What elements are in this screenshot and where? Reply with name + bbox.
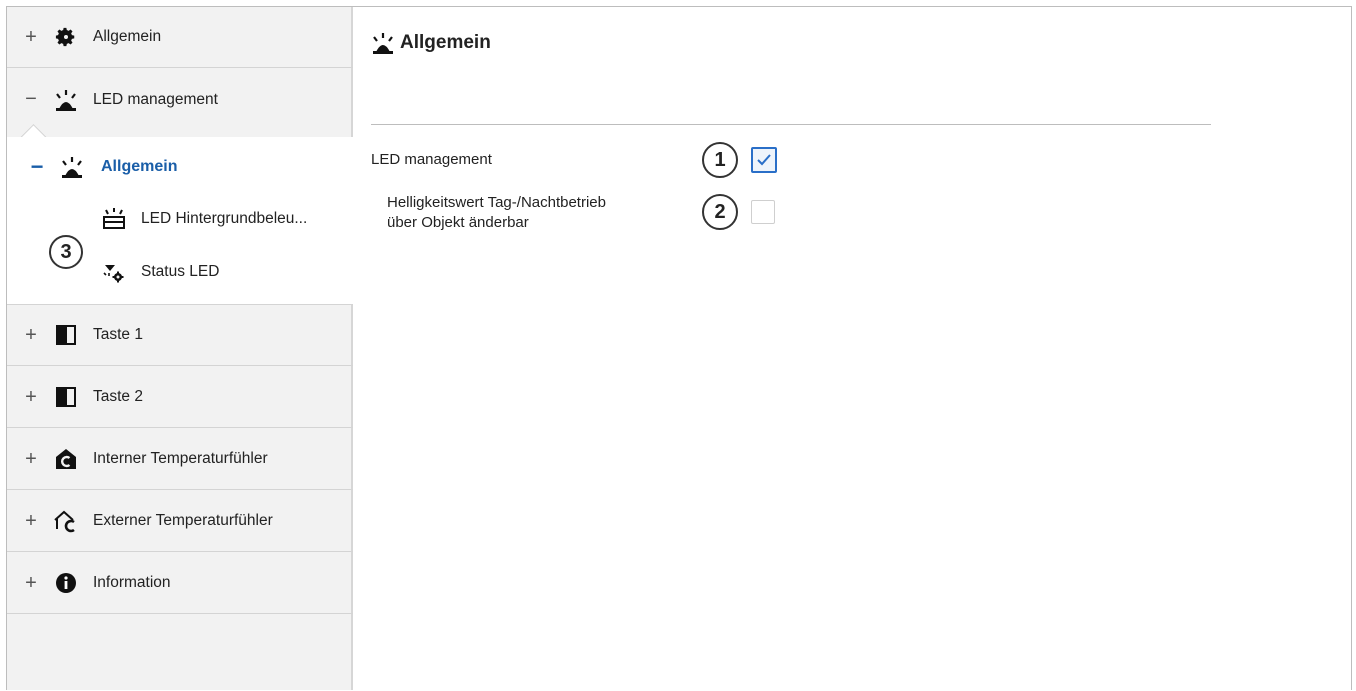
page-title-text: Allgemein	[400, 32, 491, 53]
expand-toggle[interactable]: +	[11, 386, 51, 409]
divider	[371, 124, 1211, 125]
led-light-icon	[370, 32, 396, 54]
callout-2: 2	[702, 194, 738, 230]
param-label-line-1: Helligkeitswert Tag-/Nachtbetrieb	[387, 194, 606, 211]
external-temperature-icon	[51, 508, 81, 534]
status-led-icon	[99, 260, 129, 284]
led-light-icon	[51, 87, 81, 113]
sidebar-item-label: Allgemein	[101, 158, 178, 175]
sidebar-subitem-led-hintergrund[interactable]: LED Hintergrundbeleu...	[99, 202, 353, 236]
sidebar: + Allgemein − LED management − Allgemein…	[7, 7, 353, 690]
sidebar-item-allgemein[interactable]: + Allgemein	[7, 7, 353, 68]
sidebar-item-interner-temperaturfuehler[interactable]: + Interner Temperaturfühler	[7, 429, 353, 490]
expand-toggle[interactable]: +	[11, 324, 51, 347]
sidebar-subitem-status-led[interactable]: Status LED	[99, 255, 353, 289]
sidebar-item-taste-2[interactable]: + Taste 2	[7, 367, 353, 428]
sidebar-item-taste-1[interactable]: + Taste 1	[7, 305, 353, 366]
expand-toggle[interactable]: +	[11, 572, 51, 595]
expand-toggle[interactable]: +	[11, 448, 51, 471]
page-title: Allgemein	[370, 32, 491, 54]
collapse-toggle[interactable]: −	[11, 88, 51, 111]
sidebar-item-label: Information	[93, 574, 171, 591]
gear-icon	[51, 24, 81, 50]
param-label-helligkeitswert: Helligkeitswert Tag-/Nachtbetrieb über O…	[387, 193, 606, 233]
checkmark-icon	[757, 154, 771, 166]
param-label-line-2: über Objekt änderbar	[387, 214, 529, 231]
sidebar-item-label: Taste 2	[93, 388, 143, 405]
helligkeitswert-checkbox[interactable]	[751, 200, 775, 224]
sidebar-item-allgemein-selected[interactable]: − Allgemein	[7, 147, 353, 187]
internal-temperature-icon	[51, 446, 81, 472]
info-icon	[51, 570, 81, 596]
sidebar-item-led-management[interactable]: − LED management	[7, 69, 353, 130]
sidebar-subitem-label: LED Hintergrundbeleu...	[141, 210, 308, 227]
param-label-led-management: LED management	[371, 151, 492, 168]
callout-3: 3	[49, 235, 83, 269]
sidebar-item-externer-temperaturfuehler[interactable]: + Externer Temperaturfühler	[7, 491, 353, 552]
sidebar-item-label: LED management	[93, 90, 218, 108]
expand-toggle[interactable]: +	[11, 26, 51, 49]
sidebar-item-label: Allgemein	[93, 28, 162, 45]
button-panel-icon	[51, 384, 81, 410]
expand-toggle[interactable]: +	[11, 510, 51, 533]
selected-section: − Allgemein LED Hintergrundbeleu... Stat…	[7, 137, 353, 305]
callout-1: 1	[702, 142, 738, 178]
sidebar-item-information[interactable]: + Information	[7, 553, 353, 614]
sidebar-subitem-label: Status LED	[141, 263, 220, 280]
led-backlight-icon	[99, 207, 129, 231]
sidebar-item-label: Interner Temperaturfühler	[93, 450, 268, 467]
button-panel-icon	[51, 322, 81, 348]
sidebar-item-label: Externer Temperaturfühler	[93, 512, 273, 529]
led-light-icon	[57, 154, 87, 180]
sidebar-item-label: Taste 1	[93, 326, 143, 343]
led-management-checkbox[interactable]	[751, 147, 777, 173]
collapse-toggle[interactable]: −	[17, 154, 57, 180]
